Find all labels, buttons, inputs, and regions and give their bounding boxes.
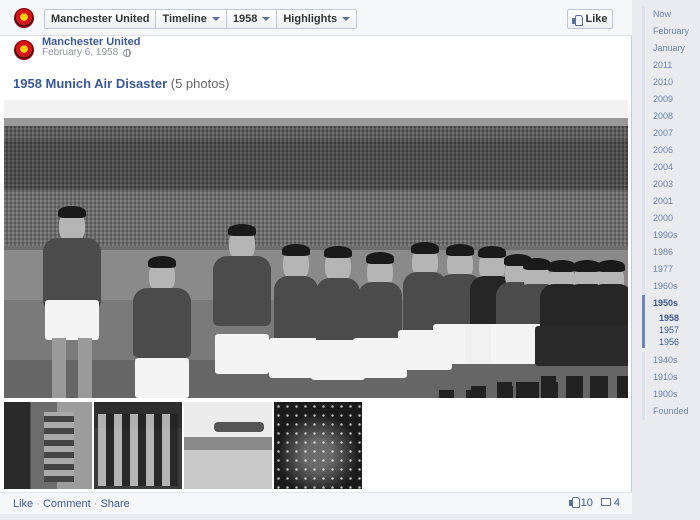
album-name-link[interactable]: 1958 Munich Air Disaster: [13, 76, 167, 91]
album-thumbnail[interactable]: [274, 402, 362, 489]
breadcrumb-timeline[interactable]: Timeline: [156, 10, 227, 28]
scrubber-item[interactable]: January: [642, 40, 700, 57]
like-page-button[interactable]: Like: [567, 9, 613, 29]
scrubber-subitem-current[interactable]: 1958: [642, 312, 700, 324]
like-count[interactable]: 10: [568, 497, 593, 509]
album-thumbnails: [4, 402, 362, 489]
thumbs-up-icon: [572, 14, 584, 26]
scrubber-subitem[interactable]: 1957: [642, 324, 700, 336]
share-link[interactable]: Share: [100, 498, 129, 510]
comment-link[interactable]: Comment: [43, 498, 91, 510]
thumbs-up-icon: [568, 497, 580, 508]
scrubber-item[interactable]: Founded: [642, 403, 700, 420]
like-count-value: 10: [580, 497, 593, 509]
chevron-down-icon: [342, 17, 351, 21]
scrubber-item[interactable]: 1940s: [642, 352, 700, 369]
chevron-down-icon: [262, 17, 271, 21]
breadcrumb-label: 1958: [232, 13, 258, 25]
photo-count: (5 photos): [170, 76, 230, 91]
breadcrumb-highlights[interactable]: Highlights: [277, 10, 357, 28]
scrubber-item[interactable]: 1910s: [642, 369, 700, 386]
breadcrumb-label: Manchester United: [51, 13, 150, 25]
album-thumbnail[interactable]: [4, 402, 92, 489]
post-date-text: February 6, 1958: [42, 47, 119, 58]
chevron-down-icon: [211, 17, 220, 21]
scrubber-item[interactable]: 2000: [642, 210, 700, 227]
like-page-label: Like: [585, 13, 608, 25]
like-link[interactable]: Like: [13, 498, 33, 510]
breadcrumb-page[interactable]: Manchester United: [45, 10, 157, 28]
player-figure: [122, 168, 202, 398]
scrubber-item[interactable]: 2004: [642, 159, 700, 176]
breadcrumb: Manchester United Timeline 1958 Highligh…: [44, 9, 358, 29]
scrubber-subitem[interactable]: 1956: [642, 336, 700, 348]
scrubber-item[interactable]: 2007: [642, 125, 700, 142]
scrubber-item[interactable]: February: [642, 23, 700, 40]
scrubber-item[interactable]: 2003: [642, 176, 700, 193]
post-footer: Like · Comment · Share 10 4: [0, 492, 632, 514]
scrubber-item-active-decade[interactable]: 1950s: [642, 295, 700, 312]
album-thumbnail[interactable]: [94, 402, 182, 489]
player-figure: [32, 150, 112, 398]
comment-count[interactable]: 4: [600, 497, 620, 509]
post-stats: 10 4: [568, 497, 620, 509]
scrubber-item[interactable]: 2001: [642, 193, 700, 210]
scrubber-item[interactable]: 2008: [642, 108, 700, 125]
album-thumbnail[interactable]: [184, 402, 272, 489]
globe-icon: [123, 48, 132, 57]
player-figure: [584, 158, 628, 398]
scrubber-item[interactable]: 1900s: [642, 386, 700, 403]
scrubber-item[interactable]: 1986: [642, 244, 700, 261]
breadcrumb-year[interactable]: 1958: [226, 10, 278, 28]
breadcrumb-label: Highlights: [283, 13, 338, 25]
scrubber-item[interactable]: 1977: [642, 261, 700, 278]
avatar[interactable]: [14, 40, 34, 60]
scrubber-item[interactable]: 2010: [642, 74, 700, 91]
comment-count-value: 4: [613, 497, 620, 509]
scrubber-item[interactable]: 1960s: [642, 278, 700, 295]
comment-icon: [600, 498, 611, 506]
scrubber-item[interactable]: 2006: [642, 142, 700, 159]
scrubber-item[interactable]: 2009: [642, 91, 700, 108]
main-photo[interactable]: [4, 100, 628, 398]
scrubber-item[interactable]: 1990s: [642, 227, 700, 244]
scrubber-item[interactable]: 2011: [642, 57, 700, 74]
post-date[interactable]: February 6, 1958: [42, 47, 132, 58]
breadcrumb-label: Timeline: [162, 13, 207, 25]
club-crest-icon[interactable]: [14, 8, 34, 28]
post-actions: Like · Comment · Share: [13, 498, 130, 510]
timeline-header-bar: Manchester United Timeline 1958 Highligh…: [0, 0, 632, 36]
timeline-post-card: Manchester United Timeline 1958 Highligh…: [0, 0, 632, 514]
album-title: 1958 Munich Air Disaster (5 photos): [13, 76, 229, 91]
scrubber-item[interactable]: Now: [642, 6, 700, 23]
timeline-scrubber: Now February January 2011 2010 2009 2008…: [642, 6, 700, 420]
